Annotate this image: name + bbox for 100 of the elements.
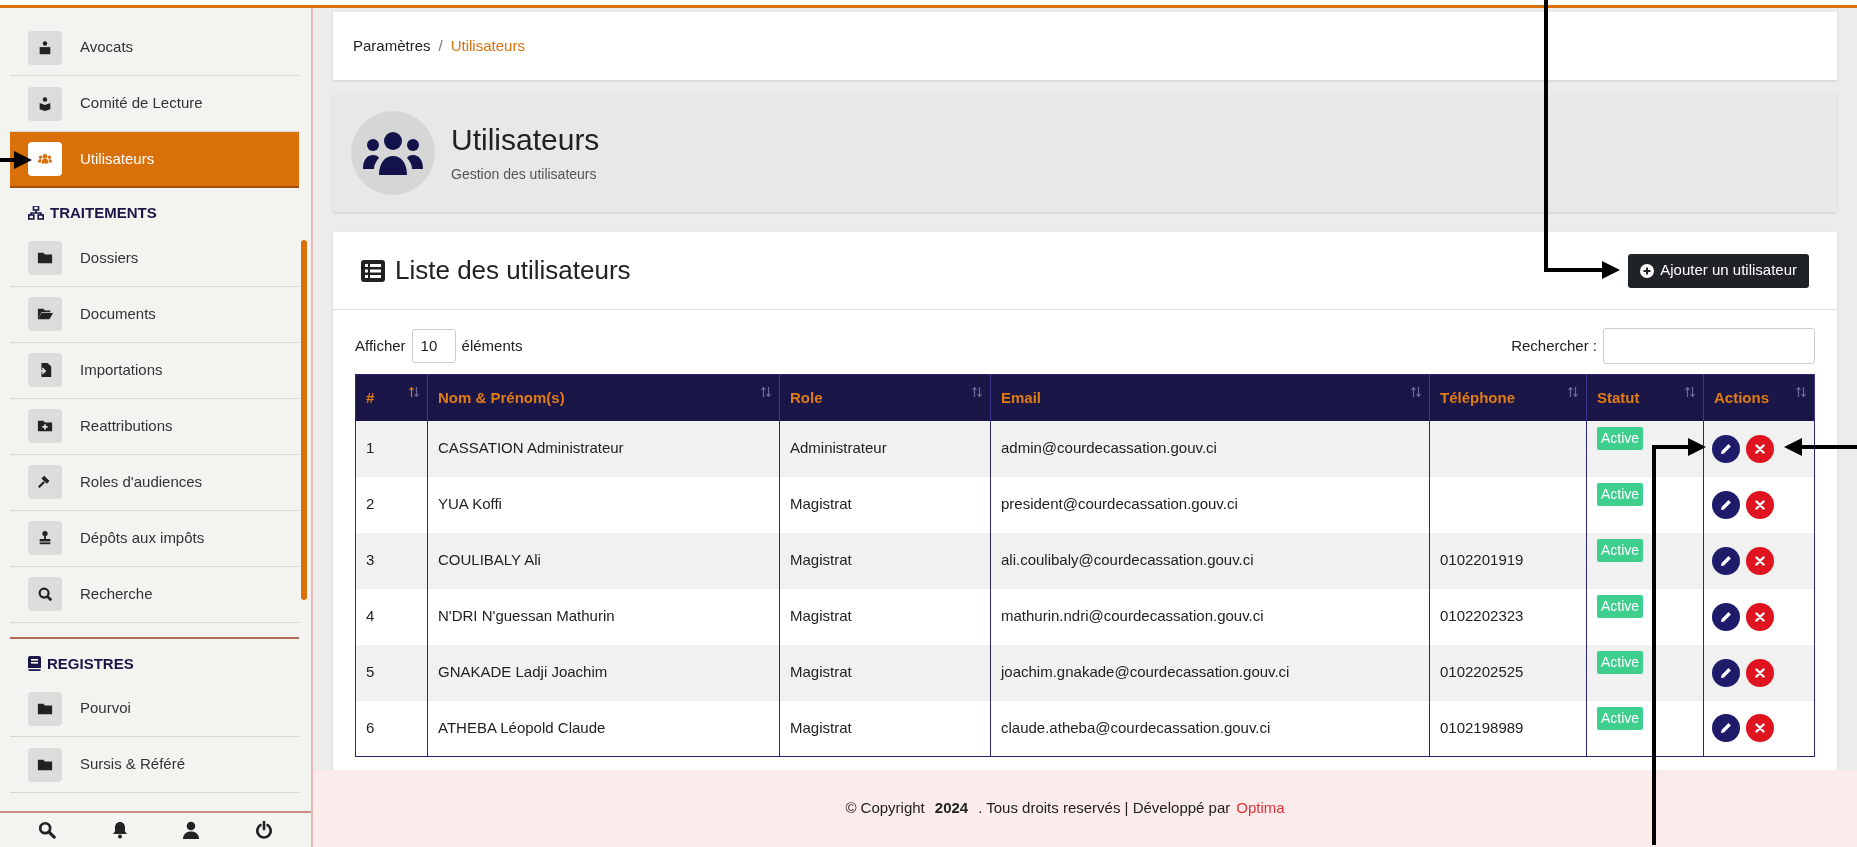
edit-button[interactable] bbox=[1712, 490, 1740, 519]
stamp-icon bbox=[37, 530, 53, 546]
delete-button[interactable] bbox=[1746, 658, 1774, 687]
close-icon bbox=[1755, 499, 1765, 510]
pencil-icon bbox=[1720, 610, 1732, 623]
row-number: 6 bbox=[355, 700, 428, 757]
pencil-icon bbox=[1720, 498, 1732, 511]
user-phone: 0102198989 bbox=[1429, 700, 1587, 757]
close-icon bbox=[1755, 611, 1765, 622]
status-badge: Active bbox=[1597, 651, 1644, 675]
user-role: Magistrat bbox=[779, 700, 991, 757]
delete-button[interactable] bbox=[1746, 602, 1774, 631]
sidebar-item[interactable]: Roles d'audiences bbox=[10, 454, 299, 511]
breadcrumb-separator: / bbox=[438, 35, 443, 56]
power-icon[interactable] bbox=[255, 821, 274, 839]
delete-button[interactable] bbox=[1746, 490, 1774, 519]
column-header[interactable]: Téléphone bbox=[1429, 374, 1587, 421]
user-phone: 0102202323 bbox=[1429, 588, 1587, 645]
delete-button[interactable] bbox=[1746, 434, 1774, 463]
add-user-button[interactable]: Ajouter un utilisateur bbox=[1628, 253, 1809, 288]
row-number: 4 bbox=[355, 588, 428, 645]
sidebar-item[interactable]: Documents bbox=[10, 286, 299, 343]
user-email: mathurin.ndri@courdecassation.gouv.ci bbox=[990, 588, 1430, 645]
column-header[interactable]: # bbox=[355, 374, 428, 421]
sidebar-item[interactable]: Sursis & Référé bbox=[10, 737, 299, 793]
copyright-year: 2024 bbox=[933, 798, 970, 819]
edit-button[interactable] bbox=[1712, 546, 1740, 575]
column-header[interactable]: Role bbox=[779, 374, 991, 421]
user-email: claude.atheba@courdecassation.gouv.ci bbox=[990, 700, 1430, 757]
sidebar-item[interactable]: Importations bbox=[10, 342, 299, 399]
user-phone: 0102201919 bbox=[1429, 532, 1587, 589]
folder-plus-icon bbox=[37, 418, 53, 434]
folder-icon bbox=[37, 250, 53, 266]
sidebar-item[interactable]: Pourvoi bbox=[10, 681, 299, 737]
sort-icon bbox=[761, 387, 771, 397]
row-number: 1 bbox=[355, 420, 428, 477]
open-folder-icon bbox=[37, 306, 53, 322]
section-title: TRAITEMENTS bbox=[50, 203, 157, 223]
sitemap-icon bbox=[28, 206, 44, 221]
delete-button[interactable] bbox=[1746, 714, 1774, 743]
page-subtitle: Gestion des utilisateurs bbox=[451, 165, 598, 185]
user-name: CASSATION Administrateur bbox=[427, 420, 780, 477]
edit-button[interactable] bbox=[1712, 434, 1740, 463]
sidebar-item[interactable]: Reattributions bbox=[10, 398, 299, 455]
delete-button[interactable] bbox=[1746, 546, 1774, 575]
sidebar-item[interactable]: Recherche bbox=[10, 566, 299, 623]
user-icon[interactable] bbox=[183, 821, 200, 839]
user-email: joachim.gnakade@courdecassation.gouv.ci bbox=[990, 644, 1430, 701]
page-title: Utilisateurs bbox=[451, 121, 600, 158]
user-email: admin@courdecassation.gouv.ci bbox=[990, 420, 1430, 477]
user-name: ATHEBA Léopold Claude bbox=[427, 700, 780, 757]
entries-label: éléments bbox=[461, 335, 523, 356]
sidebar-item[interactable]: Dépôts aux impôts bbox=[10, 510, 299, 567]
user-role: Magistrat bbox=[779, 588, 991, 645]
user-role: Administrateur bbox=[779, 420, 991, 477]
pencil-icon bbox=[1720, 442, 1732, 455]
column-header[interactable]: Nom & Prénom(s) bbox=[427, 374, 780, 421]
user-name: N'DRI N'guessan Mathurin bbox=[427, 588, 780, 645]
sidebar-item[interactable]: Dossiers bbox=[10, 230, 299, 287]
column-header[interactable]: Email bbox=[990, 374, 1430, 421]
status-badge: Active bbox=[1597, 707, 1644, 730]
breadcrumb-link[interactable]: Paramètres bbox=[353, 34, 431, 58]
developer-link[interactable]: Optima bbox=[1236, 797, 1285, 820]
user-name: COULIBALY Ali bbox=[427, 532, 780, 589]
sort-icon bbox=[972, 387, 982, 397]
sidebar-item[interactable]: Avocats bbox=[10, 20, 299, 76]
user-email: president@courdecassation.gouv.ci bbox=[990, 476, 1430, 533]
status-badge: Active bbox=[1597, 595, 1644, 619]
user-email: ali.coulibaly@courdecassation.gouv.ci bbox=[990, 532, 1430, 589]
sort-icon bbox=[1685, 387, 1695, 397]
annotation-arrow bbox=[0, 151, 32, 169]
column-header[interactable]: Statut bbox=[1586, 374, 1704, 421]
column-header[interactable]: Actions bbox=[1703, 374, 1815, 421]
row-number: 5 bbox=[355, 644, 428, 701]
book-icon bbox=[28, 656, 41, 672]
close-icon bbox=[1755, 443, 1765, 454]
edit-button[interactable] bbox=[1712, 658, 1740, 687]
status-badge: Active bbox=[1597, 539, 1644, 563]
page-length-select[interactable]: 10 bbox=[411, 329, 456, 363]
copyright-text: © Copyright bbox=[845, 798, 925, 819]
user-role: Magistrat bbox=[779, 476, 991, 533]
edit-button[interactable] bbox=[1712, 714, 1740, 743]
search-field[interactable] bbox=[1603, 328, 1815, 364]
section-title: REGISTRES bbox=[47, 653, 134, 674]
list-icon bbox=[361, 259, 385, 282]
row-number: 3 bbox=[355, 532, 428, 589]
search-label: Rechercher : bbox=[1511, 335, 1597, 356]
search-icon[interactable] bbox=[37, 821, 56, 839]
sort-icon bbox=[1568, 387, 1578, 397]
scrollbar[interactable] bbox=[301, 240, 307, 600]
person-icon bbox=[37, 39, 53, 56]
edit-button[interactable] bbox=[1712, 602, 1740, 631]
search-icon bbox=[37, 586, 53, 602]
user-phone: 0102202525 bbox=[1429, 644, 1587, 701]
sort-icon bbox=[1411, 387, 1421, 397]
sort-icon bbox=[1796, 387, 1806, 397]
bell-icon[interactable] bbox=[111, 821, 128, 839]
status-badge: Active bbox=[1597, 483, 1644, 507]
show-label: Afficher bbox=[355, 335, 406, 356]
card-title: Liste des utilisateurs bbox=[395, 254, 631, 287]
